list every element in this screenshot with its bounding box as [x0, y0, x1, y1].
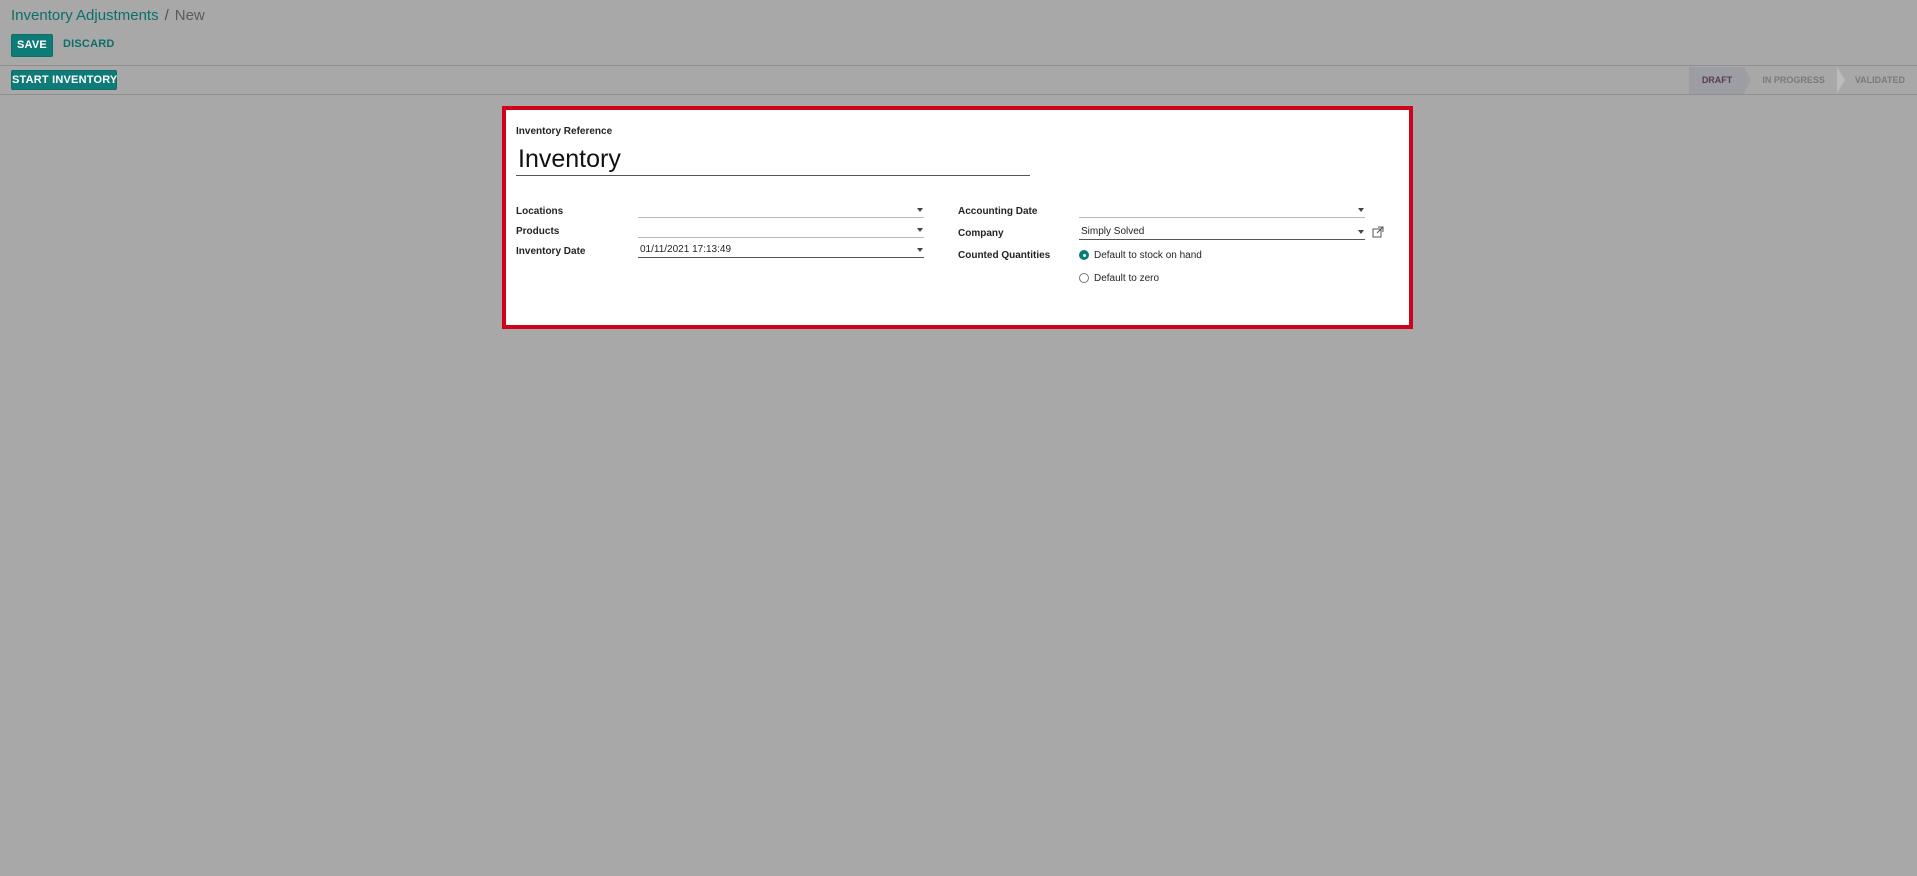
- stage-draft-label: DRAFT: [1701, 75, 1733, 85]
- chevron-down-icon[interactable]: [917, 208, 923, 212]
- chevron-down-icon[interactable]: [917, 248, 923, 252]
- breadcrumb-current: New: [174, 7, 205, 24]
- products-field[interactable]: [638, 222, 924, 238]
- external-link-icon[interactable]: [1372, 226, 1384, 238]
- start-inventory-button[interactable]: START INVENTORY: [11, 70, 117, 90]
- stage-validated-label: VALIDATED: [1854, 75, 1905, 85]
- breadcrumb-inventory-adjustments[interactable]: Inventory Adjustments: [11, 7, 159, 24]
- accounting-date-field[interactable]: [1079, 202, 1365, 218]
- radio-checked-icon[interactable]: [1079, 250, 1089, 260]
- stage-arrow-icon: [1836, 67, 1845, 93]
- inventory-date-field[interactable]: 01/11/2021 17:13:49: [638, 242, 924, 258]
- stage-in-progress: IN PROGRESS: [1744, 67, 1845, 94]
- company-field[interactable]: Simply Solved: [1079, 224, 1365, 240]
- status-stages: DRAFT IN PROGRESS VALIDATED: [1688, 67, 1917, 94]
- discard-button[interactable]: DISCARD: [63, 34, 115, 57]
- breadcrumb: Inventory Adjustments / New: [11, 6, 205, 26]
- company-value: Simply Solved: [1081, 226, 1145, 237]
- radio-default-zero[interactable]: Default to zero: [1079, 271, 1159, 285]
- inventory-reference-label: Inventory Reference: [516, 126, 613, 137]
- radio-label-zero: Default to zero: [1094, 272, 1160, 284]
- chevron-down-icon[interactable]: [917, 228, 923, 232]
- status-bar: START INVENTORY DRAFT IN PROGRESS VALIDA…: [0, 67, 1917, 95]
- inventory-date-value: 01/11/2021 17:13:49: [640, 244, 732, 255]
- stage-draft: DRAFT: [1688, 67, 1752, 94]
- control-panel: Inventory Adjustments / New SAVE DISCARD: [0, 0, 1917, 66]
- products-label: Products: [516, 226, 560, 237]
- chevron-down-icon[interactable]: [1358, 230, 1364, 234]
- locations-field[interactable]: [638, 202, 924, 218]
- save-button[interactable]: SAVE: [11, 34, 53, 57]
- radio-label-stock-on-hand: Default to stock on hand: [1094, 249, 1202, 261]
- breadcrumb-separator: /: [164, 7, 169, 24]
- radio-unchecked-icon[interactable]: [1079, 273, 1089, 283]
- stage-validated: VALIDATED: [1837, 67, 1917, 94]
- radio-default-stock-on-hand[interactable]: Default to stock on hand: [1079, 248, 1202, 262]
- counted-quantities-label: Counted Quantities: [958, 250, 1051, 261]
- company-label: Company: [958, 228, 1004, 239]
- chevron-down-icon[interactable]: [1358, 208, 1364, 212]
- inventory-date-label: Inventory Date: [516, 246, 586, 257]
- inventory-reference-input[interactable]: Inventory: [516, 142, 1030, 176]
- accounting-date-label: Accounting Date: [958, 206, 1038, 217]
- stage-in-progress-label: IN PROGRESS: [1762, 75, 1825, 85]
- form-sheet: Inventory Reference Inventory Locations …: [502, 106, 1413, 329]
- stage-arrow-icon: [1744, 67, 1752, 93]
- locations-label: Locations: [516, 206, 564, 217]
